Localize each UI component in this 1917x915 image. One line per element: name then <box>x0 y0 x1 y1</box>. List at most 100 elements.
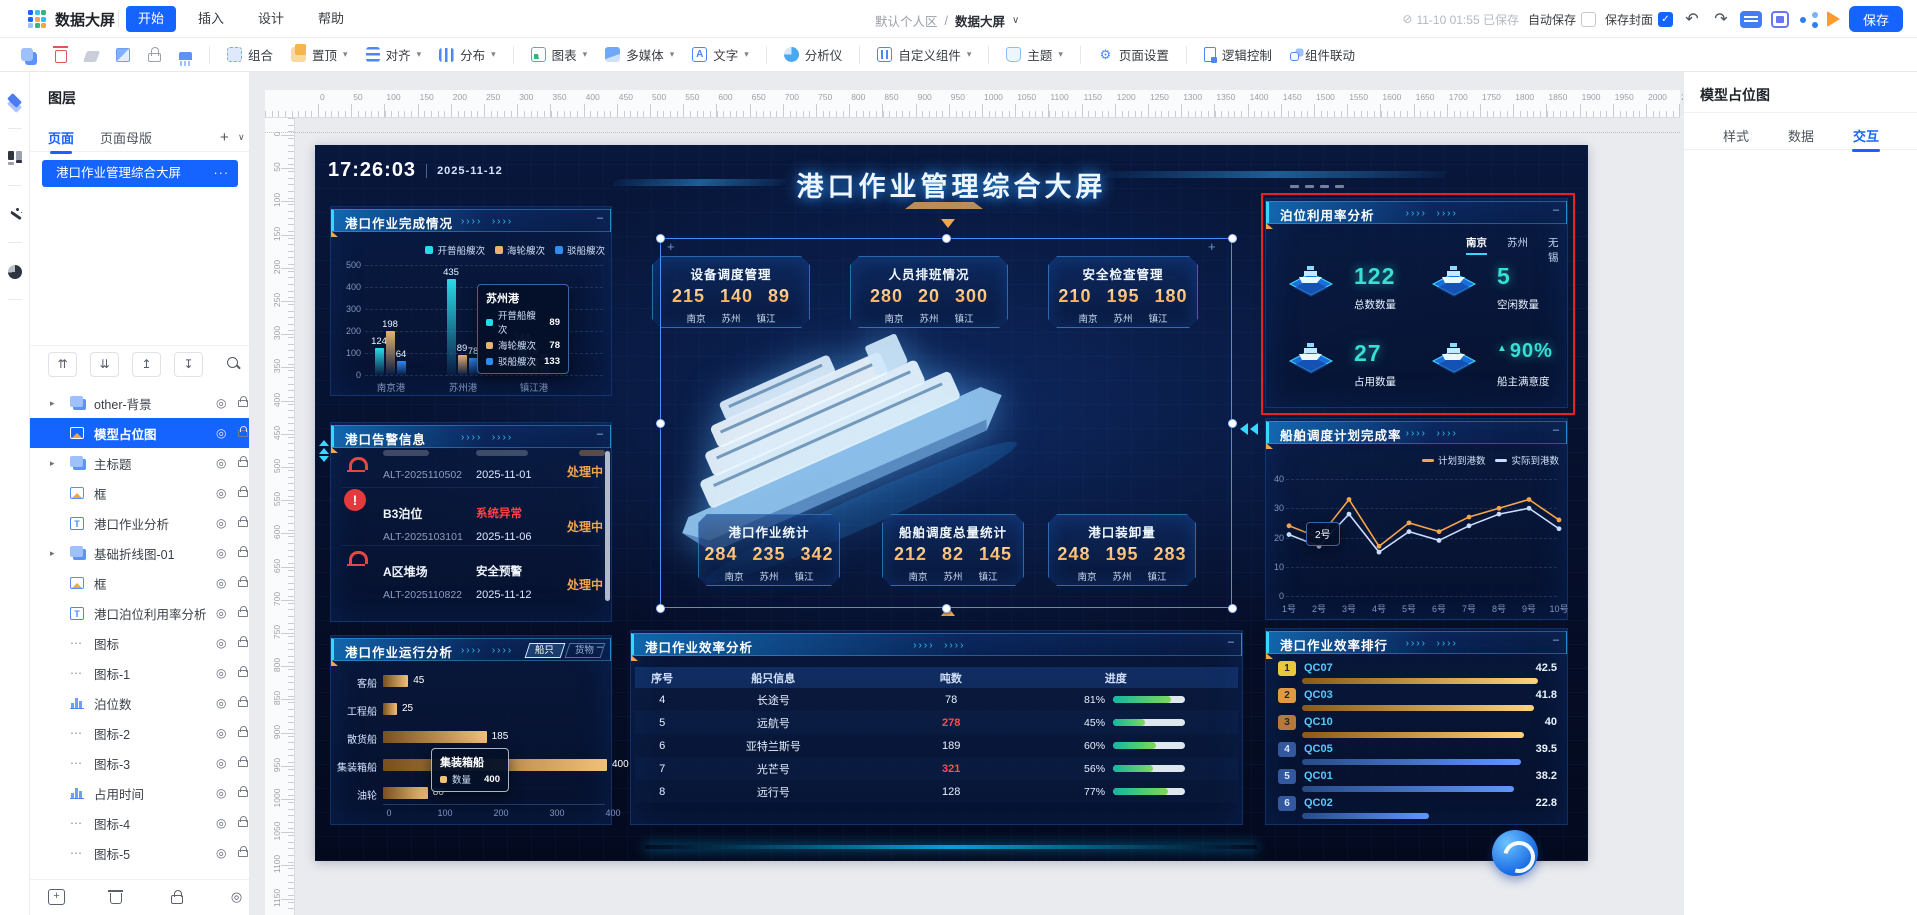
visibility-icon[interactable]: ◎ <box>216 456 226 470</box>
lock-icon[interactable] <box>238 756 248 767</box>
visibility-icon[interactable]: ◎ <box>216 546 226 560</box>
share-icon[interactable] <box>1798 11 1818 28</box>
layer-item-7[interactable]: T 港口泊位利用率分析 ◎ <box>30 598 249 628</box>
ribbon-item-11[interactable]: 逻辑控制 <box>1195 42 1281 68</box>
ribbon-item-3[interactable]: 分布 ▾ <box>430 42 505 68</box>
breadcrumb-workspace[interactable]: 默认个人区 <box>875 11 938 30</box>
layer-item-15[interactable]: ⋯ 图标-5 ◎ <box>30 838 249 868</box>
copy-icon[interactable] <box>21 48 33 61</box>
search-icon[interactable] <box>226 356 242 372</box>
ribbon-item-5[interactable]: 多媒体 ▾ <box>596 42 683 68</box>
visibility-icon[interactable]: ◎ <box>216 636 226 650</box>
ribbon-item-1[interactable]: 置顶 ▾ <box>282 42 357 68</box>
visibility-icon[interactable]: ◎ <box>216 396 226 410</box>
table-row-0[interactable]: 4 长途号 78 81% <box>635 688 1238 711</box>
collapse-icon[interactable]: ∨ <box>238 132 245 143</box>
components-rail-icon[interactable] <box>0 143 30 173</box>
visibility-icon[interactable]: ◎ <box>216 606 226 620</box>
lock-icon[interactable] <box>238 426 248 437</box>
ribbon-item-6[interactable]: A 文字 ▾ <box>683 42 758 68</box>
layers-rail-icon[interactable] <box>0 86 30 116</box>
help-assistant-bubble[interactable] <box>1492 830 1538 876</box>
lock-icon[interactable] <box>238 576 248 587</box>
layer-item-1[interactable]: 模型占位图 ◎ <box>30 418 249 448</box>
preview-play-icon[interactable] <box>1826 11 1840 27</box>
table-row-2[interactable]: 6 亚特兰斯号 189 60% <box>635 734 1238 757</box>
layer-item-13[interactable]: 占用时间 ◎ <box>30 778 249 808</box>
visibility-icon[interactable]: ◎ <box>216 726 226 740</box>
layer-item-5[interactable]: ▸ 基础折线图-01 ◎ <box>30 538 249 568</box>
ribbon-item-0[interactable]: 组合 <box>218 42 282 68</box>
visibility-icon[interactable]: ◎ <box>216 576 226 590</box>
send-to-back-button[interactable]: ↧ <box>174 352 203 377</box>
visibility-icon[interactable]: ◎ <box>216 426 226 440</box>
layer-item-2[interactable]: ▸ 主标题 ◎ <box>30 448 249 478</box>
menu-tab-0[interactable]: 开始 <box>126 6 177 32</box>
ribbon-item-4[interactable]: 图表 ▾ <box>522 42 597 68</box>
rank-row-1[interactable]: 2 QC03 41.8 <box>1278 688 1557 714</box>
visibility-icon[interactable]: ◎ <box>216 516 226 530</box>
delete-icon[interactable] <box>53 45 68 63</box>
lock-icon[interactable] <box>238 696 248 707</box>
inspector-tab-0[interactable]: 样式 <box>1716 126 1756 145</box>
visibility-icon[interactable]: ◎ <box>216 786 226 800</box>
layer-item-8[interactable]: ⋯ 图标 ◎ <box>30 628 249 658</box>
ribbon-item-10[interactable]: ⚙ 页面设置 <box>1089 42 1178 68</box>
layer-item-10[interactable]: 泊位数 ◎ <box>30 688 249 718</box>
tab-page[interactable]: 页面 <box>48 128 74 154</box>
breadcrumb-current[interactable]: 数据大屏 <box>955 11 1005 30</box>
layer-item-3[interactable]: 框 ◎ <box>30 478 249 508</box>
page-list-item[interactable]: 港口作业管理综合大屏 ··· <box>42 160 238 187</box>
add-folder-icon[interactable]: + <box>48 889 65 905</box>
table-row-3[interactable]: 7 光芒号 321 56% <box>635 757 1238 780</box>
lock-icon[interactable] <box>238 636 248 647</box>
lock-icon[interactable] <box>238 486 248 497</box>
selection-handle-7[interactable] <box>1228 604 1237 613</box>
move-layer-up-button[interactable]: ⇈ <box>48 352 77 377</box>
tab-page-master[interactable]: 页面母版 <box>100 128 152 147</box>
vessel-tab-0[interactable]: 船只 <box>524 643 566 658</box>
rank-row-2[interactable]: 3 QC10 40 <box>1278 715 1557 741</box>
table-row-4[interactable]: 8 远行号 128 77% <box>635 780 1238 803</box>
resize-arrows-icon[interactable] <box>1240 423 1260 435</box>
layer-item-0[interactable]: ▸ other-背景 ◎ <box>30 388 249 418</box>
lock-layer-icon[interactable] <box>171 890 183 904</box>
more-icon[interactable]: ··· <box>214 160 230 187</box>
disclosure-icon[interactable]: ▸ <box>50 398 55 409</box>
selection-handle-1[interactable] <box>942 234 951 243</box>
dashboard-canvas[interactable]: 17:26:03 2025-11-12 港口作业管理综合大屏 + + 设备调度管理 215… <box>315 145 1588 861</box>
rank-row-0[interactable]: 1 QC07 42.5 <box>1278 661 1557 687</box>
rank-row-5[interactable]: 6 QC02 22.8 <box>1278 796 1557 822</box>
vessel-tab-1[interactable]: 货物 <box>564 643 606 658</box>
selection-handle-2[interactable] <box>1228 234 1237 243</box>
visibility-icon[interactable]: ◎ <box>216 816 226 830</box>
shortcut-keys-icon[interactable] <box>1739 10 1762 28</box>
visibility-icon[interactable]: ◎ <box>216 756 226 770</box>
visibility-icon[interactable]: ◎ <box>216 666 226 680</box>
selection-handle-3[interactable] <box>656 419 665 428</box>
lock-icon[interactable] <box>238 786 248 797</box>
brush-icon[interactable] <box>179 52 192 66</box>
lock-icon[interactable] <box>238 846 248 857</box>
menu-tab-3[interactable]: 帮助 <box>306 6 356 32</box>
menu-tab-2[interactable]: 设计 <box>246 6 296 32</box>
layer-item-9[interactable]: ⋯ 图标-1 ◎ <box>30 658 249 688</box>
edit-icon[interactable] <box>116 47 130 62</box>
lock-icon[interactable] <box>238 546 248 557</box>
inspector-tab-2[interactable]: 交互 <box>1846 126 1886 152</box>
rank-row-3[interactable]: 4 QC05 39.5 <box>1278 742 1557 768</box>
layer-item-12[interactable]: ⋯ 图标-3 ◎ <box>30 748 249 778</box>
breadcrumb[interactable]: 默认个人区 / 数据大屏 ∨ <box>875 11 1019 30</box>
disclosure-icon[interactable]: ▸ <box>50 458 55 469</box>
checkbox-0[interactable] <box>1580 11 1596 27</box>
lock-icon[interactable] <box>238 666 248 677</box>
redo-icon[interactable]: ↷ <box>1711 9 1731 29</box>
ribbon-item-8[interactable]: 自定义组件 ▾ <box>868 42 980 68</box>
lock-icon[interactable] <box>238 816 248 827</box>
analysis-rail-icon[interactable] <box>0 257 30 287</box>
layer-item-14[interactable]: ⋯ 图标-4 ◎ <box>30 808 249 838</box>
delete-layer-icon[interactable] <box>108 890 123 904</box>
move-layer-down-button[interactable]: ⇊ <box>90 352 119 377</box>
canvas-workspace[interactable]: 0 50 100 150 200 250 300 350 400 450 500 550 600 650 7… <box>250 72 1683 915</box>
undo-icon[interactable]: ↶ <box>1682 9 1702 29</box>
